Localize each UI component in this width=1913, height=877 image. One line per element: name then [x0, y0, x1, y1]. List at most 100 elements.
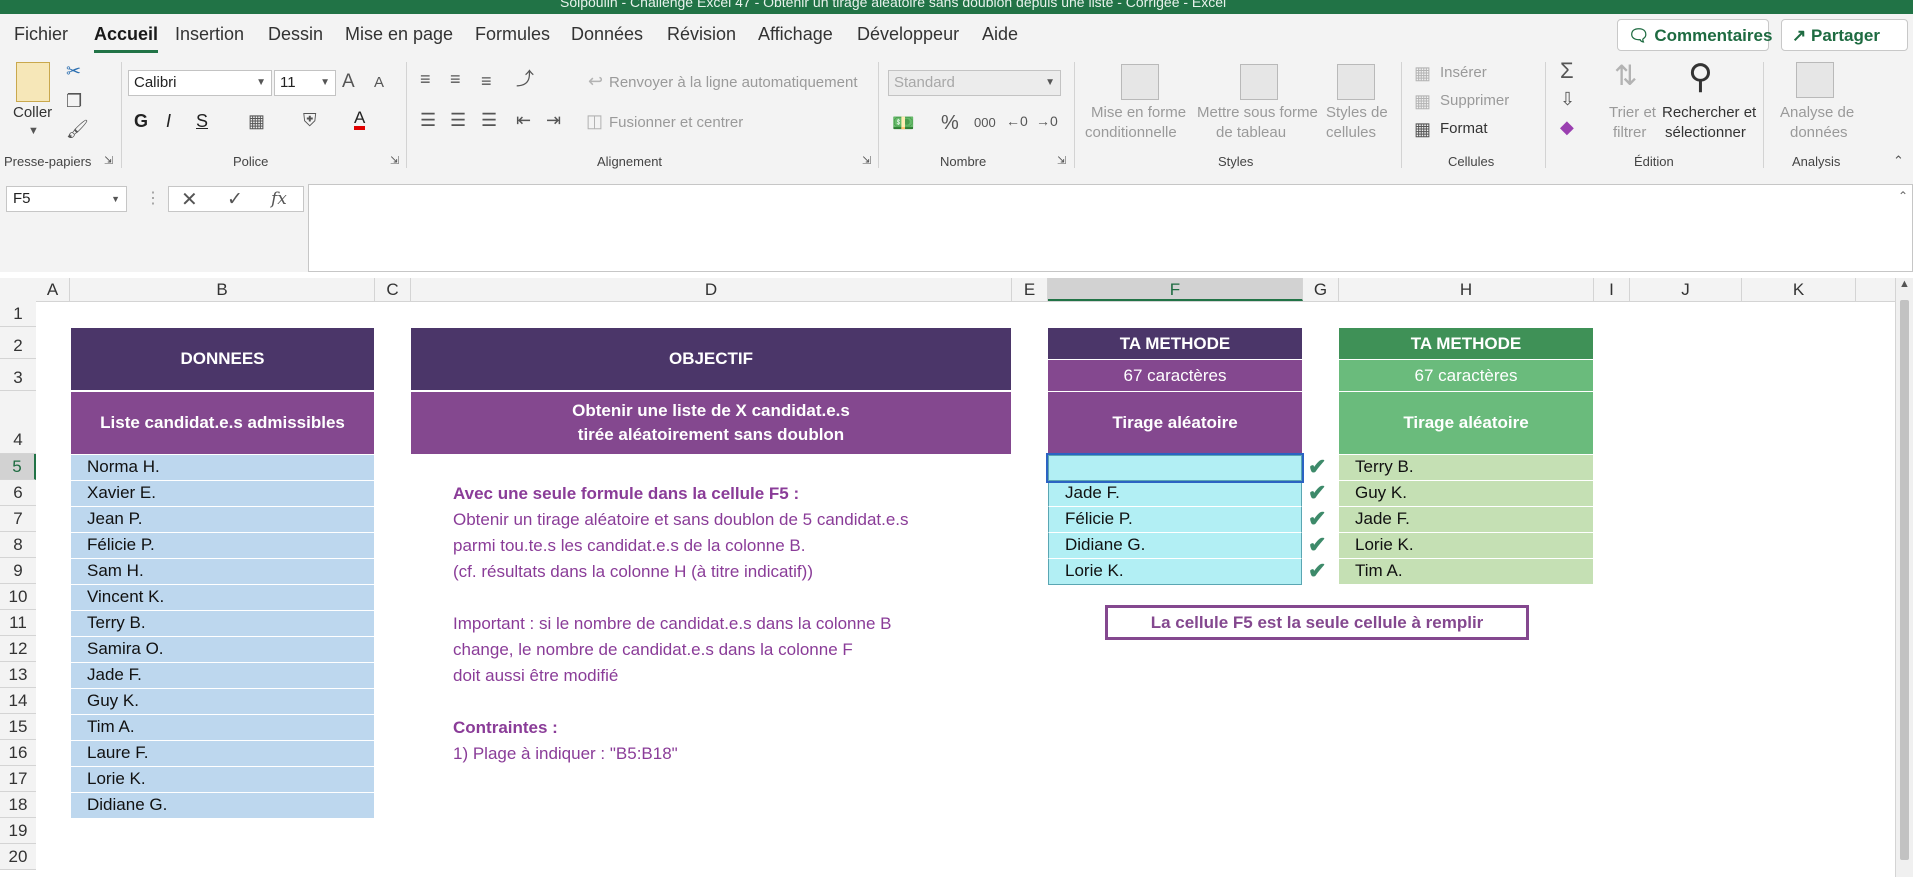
column-header-c[interactable]: C	[375, 278, 411, 301]
clipboard-launcher-icon[interactable]: ⇲	[104, 156, 113, 167]
font-name-select[interactable]: Calibri ▼	[128, 70, 272, 96]
row-header-16[interactable]: 16	[0, 740, 36, 766]
objectif-header[interactable]: OBJECTIF	[411, 328, 1011, 390]
format-as-table-icon[interactable]	[1240, 64, 1278, 100]
tab-affichage[interactable]: Affichage	[758, 24, 833, 45]
h-result-cell[interactable]: Jade F.	[1339, 507, 1593, 533]
copy-icon[interactable]: ❐	[66, 92, 82, 110]
candidate-cell[interactable]: Guy K.	[71, 689, 374, 715]
active-cell-selection[interactable]	[1046, 453, 1304, 483]
tab-donnees[interactable]: Données	[571, 24, 643, 45]
align-center-icon[interactable]: ☰	[450, 111, 466, 129]
row-header-1[interactable]: 1	[0, 301, 36, 327]
h-result-cell[interactable]: Tim A.	[1339, 559, 1593, 585]
row-header-14[interactable]: 14	[0, 688, 36, 714]
decrease-decimal-icon[interactable]: →0	[1036, 114, 1058, 128]
clear-icon[interactable]: ◆	[1560, 118, 1574, 136]
row-header-6[interactable]: 6	[0, 480, 36, 506]
row-header-5[interactable]: 5	[0, 454, 36, 480]
align-bottom-icon[interactable]: ≡	[481, 72, 492, 90]
column-header-g[interactable]: G	[1303, 278, 1339, 301]
fill-icon[interactable]: ⇩	[1560, 90, 1575, 108]
increase-decimal-icon[interactable]: ←0	[1006, 114, 1028, 128]
f-result-cell[interactable]: Félicie P.	[1048, 507, 1302, 533]
h-result-cell[interactable]: Terry B.	[1339, 455, 1593, 481]
find-select-label-1[interactable]: Rechercher et	[1662, 104, 1756, 121]
candidate-cell[interactable]: Sam H.	[71, 559, 374, 585]
orientation-icon[interactable]: ⤴	[516, 70, 534, 88]
grow-font-icon[interactable]: A	[342, 72, 355, 91]
cancel-icon[interactable]: ✕	[181, 187, 198, 212]
sort-filter-label-2[interactable]: filtrer	[1613, 124, 1646, 141]
name-box[interactable]: F5 ▼	[6, 186, 127, 212]
paste-button[interactable]: Coller	[13, 104, 52, 121]
f-result-cell[interactable]: Lorie K.	[1048, 559, 1302, 585]
candidate-cell[interactable]: Vincent K.	[71, 585, 374, 611]
search-icon[interactable]: ⚲	[1688, 60, 1713, 94]
cell-styles-icon[interactable]	[1337, 64, 1375, 100]
scrollbar-thumb[interactable]	[1900, 300, 1909, 860]
f-title[interactable]: TA METHODE	[1048, 328, 1302, 359]
increase-indent-icon[interactable]: ⇥	[546, 111, 561, 129]
row-header-20[interactable]: 20	[0, 844, 36, 870]
h-title[interactable]: TA METHODE	[1339, 328, 1593, 359]
insert-function-icon[interactable]: fx	[271, 189, 287, 209]
candidate-cell[interactable]: Jean P.	[71, 507, 374, 533]
share-button[interactable]: ↗ Partager	[1781, 19, 1908, 51]
objectif-description[interactable]: Obtenir une liste de X candidat.e.s tiré…	[411, 392, 1011, 454]
format-painter-icon[interactable]: 🖌	[66, 120, 89, 138]
row-header-2[interactable]: 2	[0, 327, 36, 359]
format-cells-button[interactable]: Format	[1440, 120, 1488, 137]
f-result-cell[interactable]: Jade F.	[1048, 481, 1302, 507]
column-header-d[interactable]: D	[411, 278, 1012, 301]
delete-cells-button[interactable]: Supprimer	[1440, 92, 1509, 109]
paste-icon[interactable]	[16, 62, 50, 102]
conditional-formatting-label-2[interactable]: conditionnelle	[1085, 124, 1177, 141]
column-header-i[interactable]: I	[1594, 278, 1630, 301]
row-header-4[interactable]: 4	[0, 391, 36, 454]
candidate-cell[interactable]: Terry B.	[71, 611, 374, 637]
candidate-cell[interactable]: Norma H.	[71, 455, 374, 481]
row-header-12[interactable]: 12	[0, 636, 36, 662]
column-header-e[interactable]: E	[1012, 278, 1048, 301]
candidate-cell[interactable]: Xavier E.	[71, 481, 374, 507]
column-header-b[interactable]: B	[70, 278, 375, 301]
analyze-data-label-2[interactable]: données	[1790, 124, 1848, 141]
f-char-count[interactable]: 67 caractères	[1048, 360, 1302, 391]
thousands-button[interactable]: 000	[974, 116, 996, 129]
row-header-8[interactable]: 8	[0, 532, 36, 558]
number-launcher-icon[interactable]: ⇲	[1057, 156, 1066, 167]
row-header-18[interactable]: 18	[0, 792, 36, 818]
enter-icon[interactable]: ✓	[227, 188, 243, 211]
candidate-cell[interactable]: Lorie K.	[71, 767, 374, 793]
row-header-19[interactable]: 19	[0, 818, 36, 844]
f-result-cell[interactable]: Didiane G.	[1048, 533, 1302, 559]
analyze-data-label-1[interactable]: Analyse de	[1780, 104, 1854, 121]
cell-styles-label-1[interactable]: Styles de	[1326, 104, 1388, 121]
cell-styles-label-2[interactable]: cellules	[1326, 124, 1376, 141]
tab-aide[interactable]: Aide	[982, 24, 1018, 45]
row-header-15[interactable]: 15	[0, 714, 36, 740]
conditional-formatting-label-1[interactable]: Mise en forme	[1091, 104, 1186, 121]
comments-button[interactable]: 🗨 Commentaires	[1617, 19, 1772, 51]
autosum-icon[interactable]: Σ	[1560, 60, 1574, 82]
align-left-icon[interactable]: ☰	[420, 111, 436, 129]
instruction-note[interactable]: La cellule F5 est la seule cellule à rem…	[1105, 605, 1529, 640]
column-header-j[interactable]: J	[1630, 278, 1742, 301]
font-color-icon[interactable]: A	[354, 109, 366, 130]
row-header-11[interactable]: 11	[0, 610, 36, 636]
align-right-icon[interactable]: ☰	[481, 111, 497, 129]
currency-icon[interactable]: 💵	[892, 114, 914, 132]
candidate-cell[interactable]: Félicie P.	[71, 533, 374, 559]
sort-filter-icon[interactable]: ⇅	[1614, 62, 1637, 90]
expand-formula-icon[interactable]: ⌃	[1898, 189, 1908, 203]
column-header-a[interactable]: A	[36, 278, 70, 301]
candidate-cell[interactable]: Tim A.	[71, 715, 374, 741]
tab-insertion[interactable]: Insertion	[175, 24, 244, 45]
row-header-17[interactable]: 17	[0, 766, 36, 792]
tab-revision[interactable]: Révision	[667, 24, 736, 45]
underline-button[interactable]: S	[196, 112, 208, 130]
candidate-cell[interactable]: Samira O.	[71, 637, 374, 663]
row-header-10[interactable]: 10	[0, 584, 36, 610]
sort-filter-label-1[interactable]: Trier et	[1609, 104, 1656, 121]
